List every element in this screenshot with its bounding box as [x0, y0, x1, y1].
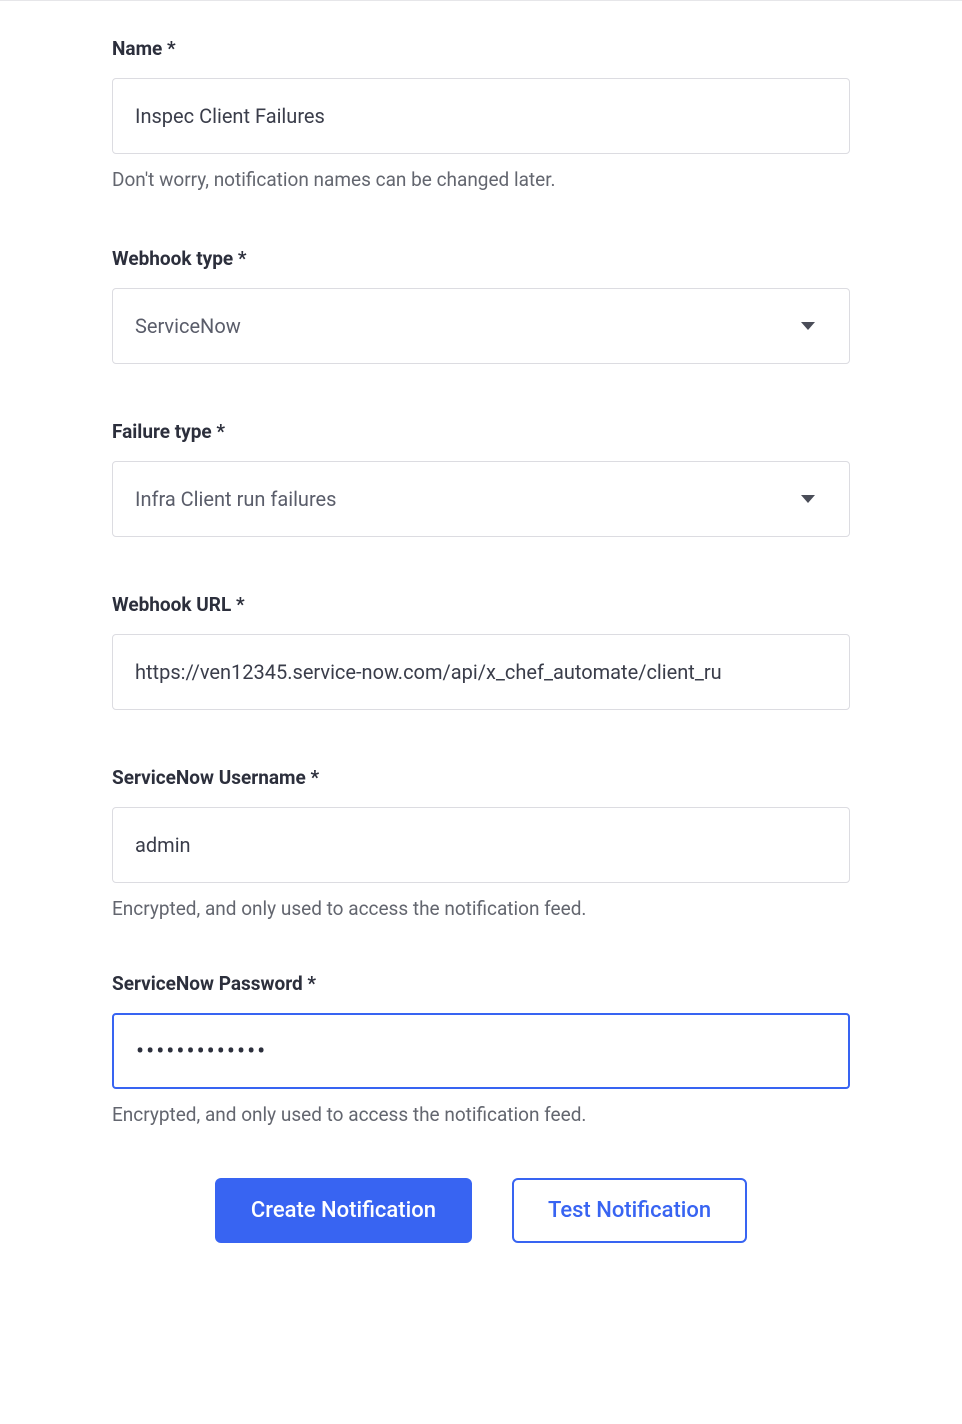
webhook-type-field-group: Webhook type * ServiceNow: [112, 247, 850, 364]
failure-type-label: Failure type *: [112, 420, 850, 443]
password-field-group: ServiceNow Password * Encrypted, and onl…: [112, 972, 850, 1126]
webhook-type-value: ServiceNow: [135, 314, 241, 338]
caret-down-icon: [801, 495, 815, 503]
username-field-group: ServiceNow Username * Encrypted, and onl…: [112, 766, 850, 920]
notification-form: Name * Don't worry, notification names c…: [0, 1, 962, 1243]
name-field-group: Name * Don't worry, notification names c…: [112, 37, 850, 191]
password-input[interactable]: [136, 1037, 826, 1065]
failure-type-value: Infra Client run failures: [135, 487, 336, 511]
button-row: Create Notification Test Notification: [112, 1178, 850, 1243]
password-helper: Encrypted, and only used to access the n…: [112, 1103, 850, 1126]
name-label: Name *: [112, 37, 850, 60]
failure-type-field-group: Failure type * Infra Client run failures: [112, 420, 850, 537]
name-helper: Don't worry, notification names can be c…: [112, 168, 850, 191]
webhook-type-select[interactable]: ServiceNow: [112, 288, 850, 364]
name-input-wrapper[interactable]: [112, 78, 850, 154]
webhook-url-label: Webhook URL *: [112, 593, 850, 616]
username-helper: Encrypted, and only used to access the n…: [112, 897, 850, 920]
username-input[interactable]: [135, 833, 827, 857]
password-input-wrapper[interactable]: [112, 1013, 850, 1089]
webhook-url-input-wrapper[interactable]: [112, 634, 850, 710]
username-label: ServiceNow Username *: [112, 766, 850, 789]
webhook-url-field-group: Webhook URL *: [112, 593, 850, 710]
webhook-type-label: Webhook type *: [112, 247, 850, 270]
username-input-wrapper[interactable]: [112, 807, 850, 883]
name-input[interactable]: [135, 104, 827, 128]
caret-down-icon: [801, 322, 815, 330]
failure-type-select[interactable]: Infra Client run failures: [112, 461, 850, 537]
webhook-url-input[interactable]: [135, 660, 827, 684]
test-notification-button[interactable]: Test Notification: [512, 1178, 747, 1243]
create-notification-button[interactable]: Create Notification: [215, 1178, 472, 1243]
password-label: ServiceNow Password *: [112, 972, 850, 995]
